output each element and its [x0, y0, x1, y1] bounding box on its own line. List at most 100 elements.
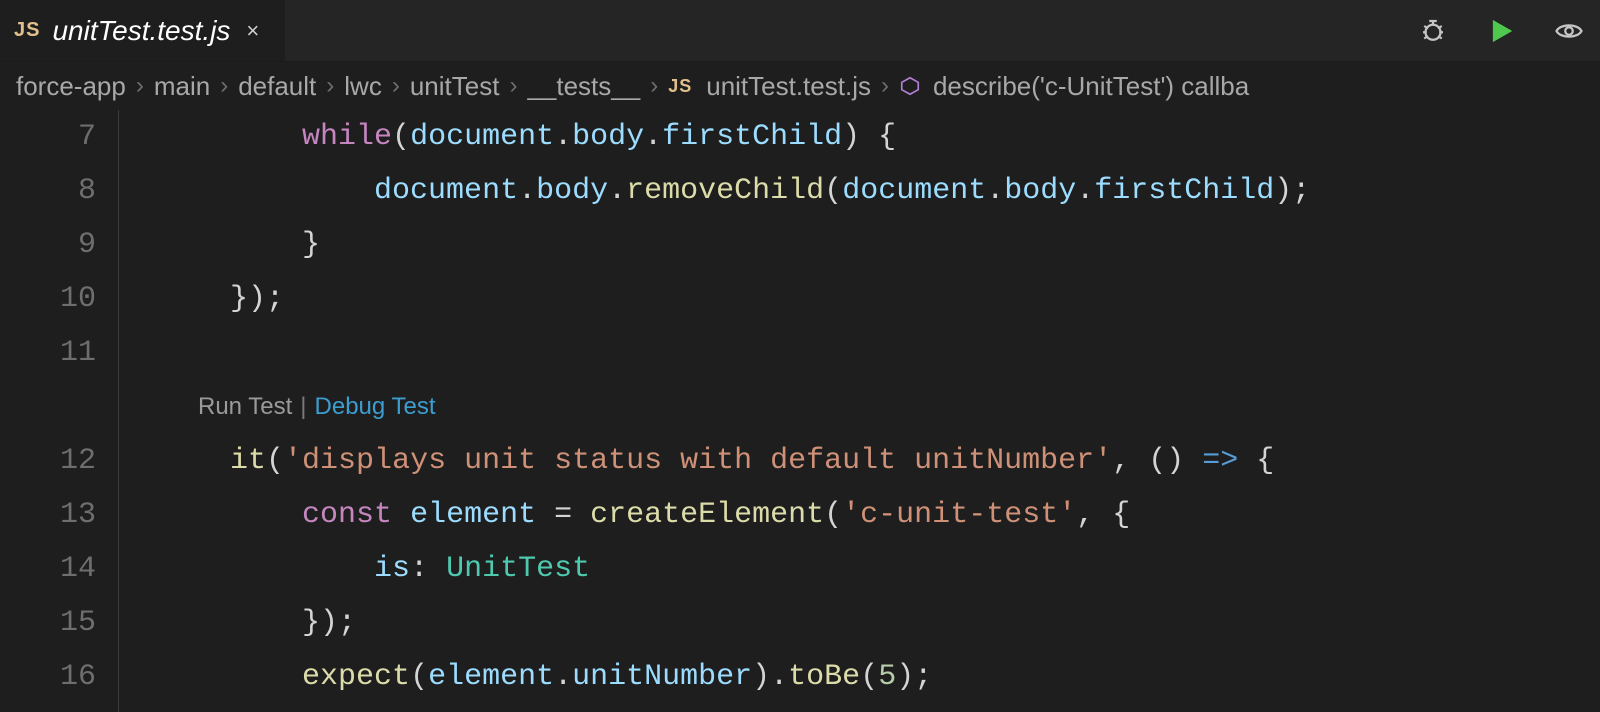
codelens-separator: |: [292, 380, 314, 434]
chevron-right-icon: ›: [507, 72, 519, 100]
breadcrumb-segment[interactable]: main: [154, 71, 210, 102]
chevron-right-icon: ›: [324, 72, 336, 100]
code-token: =>: [1202, 444, 1238, 478]
code-token: 'c-unit-test': [842, 498, 1076, 532]
breadcrumb-symbol[interactable]: describe('c-UnitTest') callba: [933, 71, 1249, 102]
code-token: });: [230, 282, 284, 316]
code-token: (: [392, 120, 410, 154]
code-line[interactable]: }: [158, 218, 1600, 272]
code-token: body: [536, 174, 608, 208]
code-token: body: [1004, 174, 1076, 208]
line-number: 7: [0, 110, 96, 164]
code-token: element: [410, 498, 536, 532]
code-token: );: [896, 660, 932, 694]
code-line[interactable]: });: [158, 596, 1600, 650]
code-token: toBe: [788, 660, 860, 694]
breadcrumb-segment[interactable]: lwc: [344, 71, 382, 102]
code-token: .: [1076, 174, 1094, 208]
tab-bar: JS unitTest.test.js ×: [0, 0, 1600, 62]
symbol-method-icon: [899, 75, 921, 97]
code-line[interactable]: [158, 326, 1600, 380]
code-token: :: [410, 552, 446, 586]
line-number: 15: [0, 596, 96, 650]
code-token: document: [410, 120, 554, 154]
code-token: unitNumber: [572, 660, 752, 694]
code-token: , {: [1076, 498, 1130, 532]
chevron-right-icon: ›: [879, 72, 891, 100]
code-token: const: [302, 498, 392, 532]
debug-test-codelens[interactable]: Debug Test: [315, 380, 436, 434]
code-token: .: [518, 174, 536, 208]
chevron-right-icon: ›: [134, 72, 146, 100]
code-token: UnitTest: [446, 552, 590, 586]
line-number: 13: [0, 488, 96, 542]
line-number: 8: [0, 164, 96, 218]
code-token: while: [302, 120, 392, 154]
code-token: document: [842, 174, 986, 208]
js-file-icon: JS: [668, 76, 692, 97]
code-line[interactable]: it('displays unit status with default un…: [158, 434, 1600, 488]
code-line[interactable]: is: UnitTest: [158, 542, 1600, 596]
code-line[interactable]: while(document.body.firstChild) {: [158, 110, 1600, 164]
breadcrumb-segment[interactable]: unitTest: [410, 71, 500, 102]
line-number: [0, 380, 96, 434]
line-number: 12: [0, 434, 96, 488]
line-number: 14: [0, 542, 96, 596]
code-token: });: [302, 606, 356, 640]
chevron-right-icon: ›: [390, 72, 402, 100]
code-token: 5: [878, 660, 896, 694]
code-token: );: [1274, 174, 1310, 208]
code-token: ) {: [842, 120, 896, 154]
code-token: , (): [1112, 444, 1202, 478]
code-token: firstChild: [1094, 174, 1274, 208]
line-number: 10: [0, 272, 96, 326]
code-token: is: [374, 552, 410, 586]
code-line[interactable]: const element = createElement('c-unit-te…: [158, 488, 1600, 542]
code-line[interactable]: expect(element.unitNumber).toBe(5);: [158, 650, 1600, 704]
code-token: (: [824, 174, 842, 208]
code-token: firstChild: [662, 120, 842, 154]
run-icon[interactable]: [1484, 14, 1518, 48]
line-number-gutter: 78910111213141516: [0, 110, 110, 712]
code-token: (: [266, 444, 284, 478]
code-token: .: [986, 174, 1004, 208]
tab-filename: unitTest.test.js: [52, 15, 230, 47]
indent-ruler-area: [110, 110, 158, 712]
code-token: .: [608, 174, 626, 208]
code-token: {: [1238, 444, 1274, 478]
bug-icon[interactable]: [1416, 14, 1450, 48]
code-token: .: [644, 120, 662, 154]
code-token: body: [572, 120, 644, 154]
run-test-codelens[interactable]: Run Test: [198, 380, 292, 434]
code-token: createElement: [590, 498, 824, 532]
breadcrumb: force-app › main › default › lwc › unitT…: [0, 62, 1600, 110]
code-token: document: [374, 174, 518, 208]
chevron-right-icon: ›: [648, 72, 660, 100]
code-token: }: [302, 228, 320, 262]
breadcrumb-segment[interactable]: default: [238, 71, 316, 102]
code-line[interactable]: document.body.removeChild(document.body.…: [158, 164, 1600, 218]
code-token: it: [230, 444, 266, 478]
codelens-row: Run Test|Debug Test: [158, 380, 1600, 434]
code-token: (: [860, 660, 878, 694]
code-line[interactable]: });: [158, 272, 1600, 326]
code-token: =: [536, 498, 590, 532]
line-number: 11: [0, 326, 96, 380]
breadcrumb-segment[interactable]: force-app: [16, 71, 126, 102]
code-content[interactable]: while(document.body.firstChild) { docume…: [158, 110, 1600, 712]
code-token: [392, 498, 410, 532]
editor-tab[interactable]: JS unitTest.test.js ×: [0, 0, 286, 61]
code-token: element: [428, 660, 554, 694]
code-token: .: [554, 660, 572, 694]
code-token: removeChild: [626, 174, 824, 208]
close-tab-button[interactable]: ×: [242, 18, 263, 44]
breadcrumb-segment[interactable]: __tests__: [527, 71, 640, 102]
breadcrumb-file[interactable]: unitTest.test.js: [706, 71, 871, 102]
line-number: 9: [0, 218, 96, 272]
code-token: (: [410, 660, 428, 694]
code-token: (: [824, 498, 842, 532]
eye-icon[interactable]: [1552, 14, 1586, 48]
code-token: 'displays unit status with default unitN…: [284, 444, 1112, 478]
code-editor[interactable]: 78910111213141516 while(document.body.fi…: [0, 110, 1600, 712]
js-file-icon: JS: [14, 19, 40, 42]
